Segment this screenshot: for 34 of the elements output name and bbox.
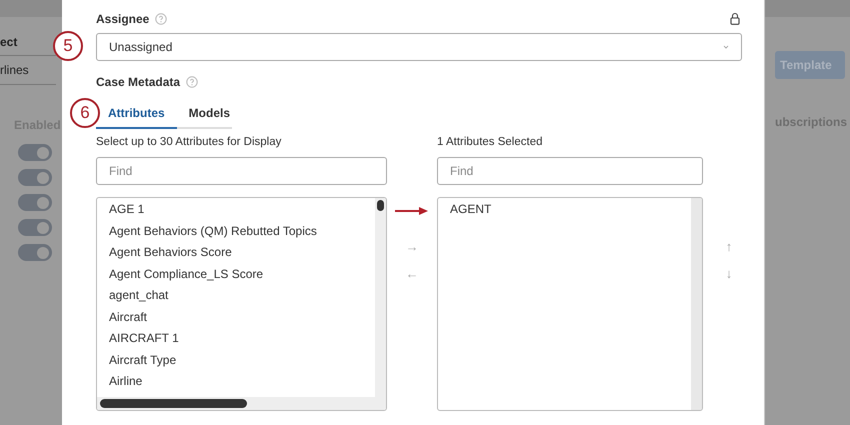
caret-icon [723, 45, 729, 49]
list-item[interactable]: AGENT [450, 200, 492, 222]
toggle-switch[interactable] [18, 244, 52, 261]
callout-number: 6 [70, 98, 100, 128]
list-item[interactable]: AIRCRAFT 1 [109, 329, 179, 350]
list-heading: 1 Attributes Selected [437, 136, 544, 150]
list-item[interactable]: AGE 1 [109, 200, 144, 222]
list-heading: Select up to 30 Attributes for Display [96, 136, 282, 150]
help-icon[interactable] [155, 12, 168, 24]
list-item[interactable]: Aircraft Type [109, 350, 176, 372]
assignee-dropdown[interactable]: Unassigned [96, 33, 742, 61]
list-item[interactable]: Airline [109, 372, 142, 394]
arrow [395, 206, 429, 216]
table-cell: rlines [0, 56, 56, 85]
lock-icon [730, 12, 740, 25]
toggle-switch[interactable] [18, 169, 52, 186]
callout-number: 5 [53, 31, 83, 61]
search-field[interactable]: Find [437, 157, 703, 185]
header-bar [0, 0, 62, 17]
tab[interactable]: Models [176, 101, 242, 129]
list-item[interactable]: agent_chat [109, 286, 168, 308]
field-label: Assignee [96, 12, 150, 26]
toggle-switch[interactable] [18, 144, 52, 161]
search-field[interactable]: Find [96, 157, 387, 185]
list-item[interactable]: Agent Behaviors (QM) Rebutted Topics [109, 222, 317, 243]
list-item[interactable]: Agent Compliance_LS Score [109, 264, 264, 286]
list-item[interactable]: Aircraft [109, 308, 148, 329]
scrollbar-thumb[interactable] [377, 200, 384, 211]
toggle-switch[interactable] [18, 194, 52, 211]
scrollbar-thumb[interactable] [100, 399, 247, 408]
help-icon[interactable] [186, 76, 198, 88]
toggle-switch[interactable] [18, 219, 52, 236]
section-title: Case Metadata [96, 74, 180, 88]
list-item[interactable]: Agent Behaviors Score [109, 243, 232, 264]
